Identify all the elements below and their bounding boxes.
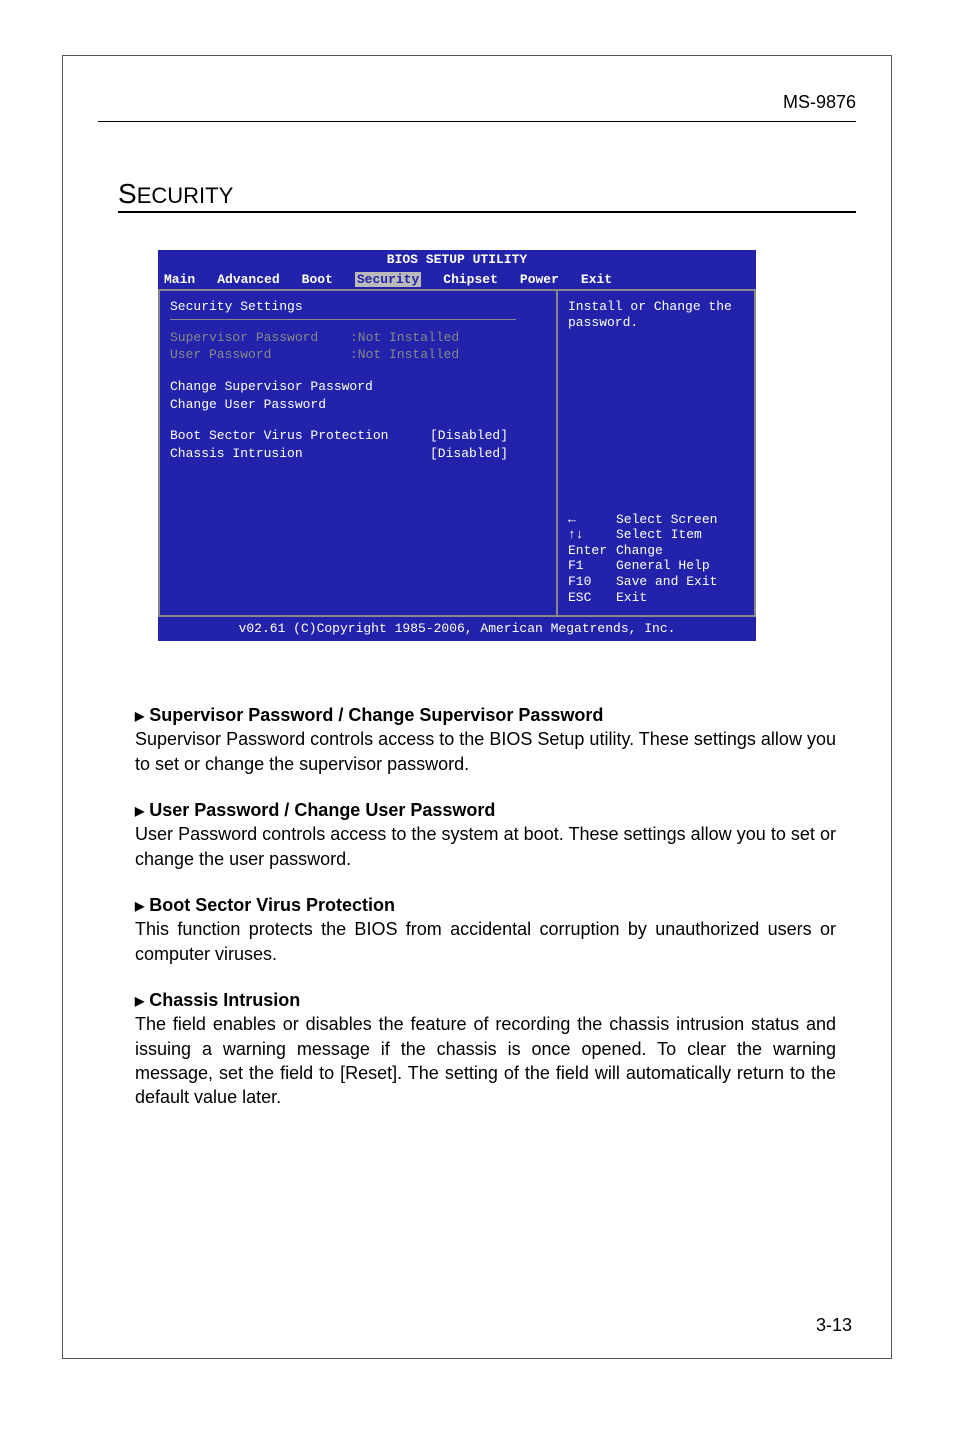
legend-key-save: F10: [568, 574, 616, 590]
paragraph-2: User Password controls access to the sys…: [135, 822, 836, 871]
triangle-icon: ▶: [135, 899, 144, 913]
bios-tab-main[interactable]: Main: [164, 272, 195, 288]
bios-tab-advanced[interactable]: Advanced: [217, 272, 279, 288]
boot-sector-virus-protection[interactable]: Boot Sector Virus Protection [Disabled]: [170, 428, 546, 444]
bios-tab-exit[interactable]: Exit: [581, 272, 612, 288]
supervisor-password-label: Supervisor Password: [170, 330, 350, 346]
legend-text-save: Save and Exit: [616, 574, 717, 590]
legend-text-item: Select Item: [616, 527, 702, 543]
legend-text-help: General Help: [616, 558, 710, 574]
legend-text-exit: Exit: [616, 590, 647, 606]
change-supervisor-password[interactable]: Change Supervisor Password: [170, 379, 546, 395]
ci-label: Chassis Intrusion: [170, 446, 430, 462]
bios-menubar: Main Advanced Boot Security Chipset Powe…: [158, 270, 756, 290]
legend-text-screen: Select Screen: [616, 512, 717, 528]
bios-tab-power[interactable]: Power: [520, 272, 559, 288]
ci-value: [Disabled]: [430, 446, 508, 462]
legend-key-exit: ESC: [568, 590, 616, 606]
item-1: ▶ Supervisor Password / Change Superviso…: [135, 703, 836, 776]
triangle-icon: ▶: [135, 709, 144, 723]
item-3: ▶ Boot Sector Virus Protection This func…: [135, 893, 836, 966]
item-2: ▶ User Password / Change User Password U…: [135, 798, 836, 871]
triangle-icon: ▶: [135, 804, 144, 818]
bios-help-text: Install or Change the password.: [568, 299, 744, 330]
bsvp-value: [Disabled]: [430, 428, 508, 444]
section-heading-rest: ECURITY: [137, 183, 234, 208]
page-number: 3-13: [816, 1315, 852, 1336]
supervisor-password-row: Supervisor Password :Not Installed: [170, 330, 546, 346]
legend-key-item: ↑↓: [568, 527, 616, 543]
bios-settings-title: Security Settings: [170, 299, 546, 315]
section-heading: SECURITY: [118, 178, 233, 210]
bios-legend: ←Select Screen ↑↓Select Item EnterChange…: [568, 512, 744, 606]
header-rule: [98, 121, 856, 122]
change-user-password[interactable]: Change User Password: [170, 397, 546, 413]
bios-tab-boot[interactable]: Boot: [302, 272, 333, 288]
paragraph-3: This function protects the BIOS from acc…: [135, 917, 836, 966]
bios-right-pane: Install or Change the password. ←Select …: [556, 289, 756, 617]
legend-text-change: Change: [616, 543, 663, 559]
change-user-password-label: Change User Password: [170, 397, 430, 413]
bsvp-label: Boot Sector Virus Protection: [170, 428, 430, 444]
change-supervisor-password-label: Change Supervisor Password: [170, 379, 430, 395]
user-password-value: :Not Installed: [350, 347, 459, 363]
legend-key-change: Enter: [568, 543, 616, 559]
user-password-label: User Password: [170, 347, 350, 363]
bios-divider: [170, 319, 516, 320]
heading-2: User Password / Change User Password: [149, 800, 495, 820]
heading-1: Supervisor Password / Change Supervisor …: [149, 705, 603, 725]
heading-4: Chassis Intrusion: [149, 990, 300, 1010]
legend-key-screen: ←: [568, 512, 616, 528]
bios-footer: v02.61 (C)Copyright 1985-2006, American …: [158, 617, 756, 641]
chassis-intrusion[interactable]: Chassis Intrusion [Disabled]: [170, 446, 546, 462]
item-4: ▶ Chassis Intrusion The field enables or…: [135, 988, 836, 1109]
legend-key-help: F1: [568, 558, 616, 574]
product-id: MS-9876: [783, 92, 856, 113]
supervisor-password-value: :Not Installed: [350, 330, 459, 346]
triangle-icon: ▶: [135, 994, 144, 1008]
user-password-row: User Password :Not Installed: [170, 347, 546, 363]
section-heading-letter: S: [118, 178, 137, 209]
section-rule: [118, 211, 856, 213]
paragraph-1: Supervisor Password controls access to t…: [135, 727, 836, 776]
heading-3: Boot Sector Virus Protection: [149, 895, 395, 915]
bios-screenshot: BIOS SETUP UTILITY Main Advanced Boot Se…: [158, 250, 756, 630]
bios-title: BIOS SETUP UTILITY: [158, 250, 756, 270]
bios-tab-chipset[interactable]: Chipset: [443, 272, 498, 288]
bios-left-pane: Security Settings Supervisor Password :N…: [158, 289, 556, 617]
bios-body: Security Settings Supervisor Password :N…: [158, 289, 756, 617]
paragraph-4: The field enables or disables the featur…: [135, 1012, 836, 1109]
bios-tab-security[interactable]: Security: [355, 272, 421, 288]
